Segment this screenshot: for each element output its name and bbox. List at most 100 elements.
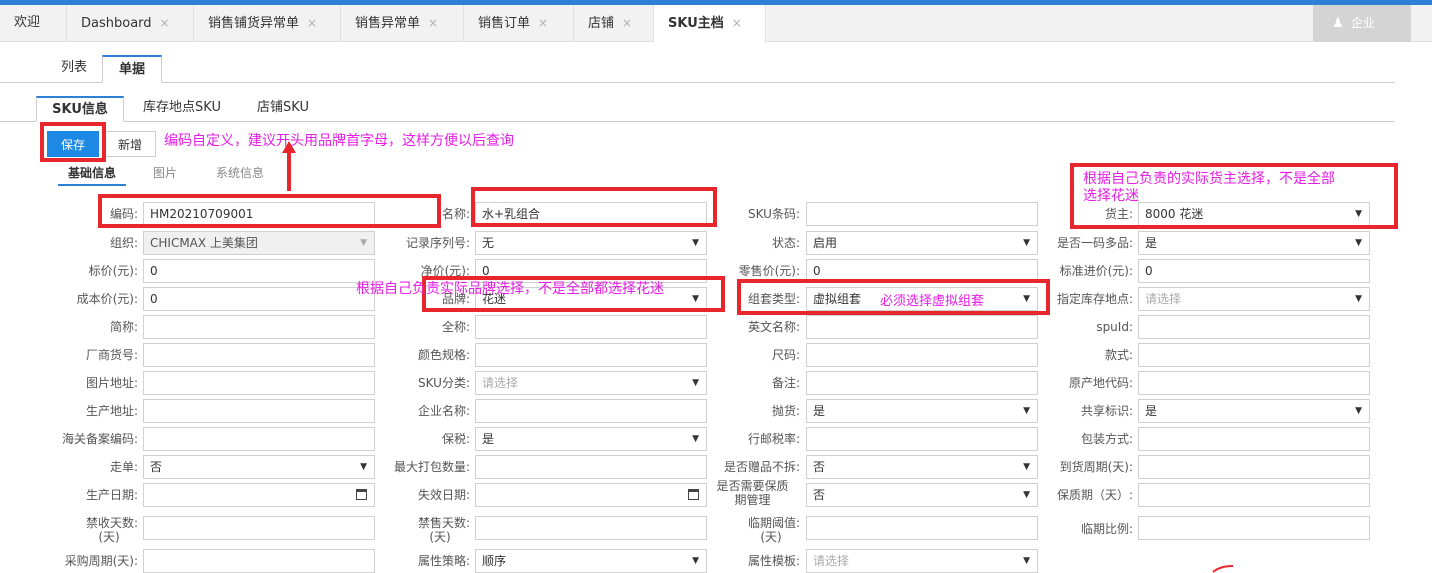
owner-annotation: 根据自己负责的实际货主选择，不是全部 选择花迷	[1083, 171, 1335, 205]
tab-label: 单据	[118, 62, 145, 77]
vendor-no-field[interactable]	[143, 343, 375, 367]
tab-images[interactable]: 图片	[140, 161, 190, 186]
user-icon: ♟	[1332, 16, 1344, 31]
no-sell-days-field[interactable]	[475, 516, 707, 540]
serial-no-value: 无	[482, 236, 495, 250]
close-icon[interactable]: ×	[307, 16, 317, 30]
image-url-label: 图片地址:	[85, 376, 138, 390]
close-icon[interactable]: ×	[160, 16, 170, 30]
postal-tax-label: 行邮税率:	[747, 432, 800, 446]
close-icon[interactable]: ×	[428, 16, 438, 30]
expiry-date-picker[interactable]	[475, 483, 707, 507]
customs-code-field[interactable]	[143, 427, 375, 451]
no-receive-days-field[interactable]	[143, 516, 375, 540]
short-name-field[interactable]	[143, 315, 375, 339]
cost-price-field[interactable]: 0	[143, 287, 375, 311]
gift-no-split-select[interactable]: 否 ▼	[806, 455, 1038, 479]
name-field[interactable]: 水+乳组合	[475, 202, 707, 226]
close-icon[interactable]: ×	[538, 16, 548, 30]
remark-field[interactable]	[806, 371, 1038, 395]
label-line: 是否需要保质	[716, 479, 789, 493]
origin-code-field[interactable]	[1138, 371, 1370, 395]
tab-stock-location-sku[interactable]: 库存地点SKU	[124, 96, 240, 122]
tab-sku-info[interactable]: SKU信息	[36, 96, 124, 122]
status-select[interactable]: 启用 ▼	[806, 231, 1038, 255]
tab-basic-info[interactable]: 基础信息	[58, 161, 126, 186]
tab-document[interactable]: 单据	[102, 55, 162, 83]
chevron-down-icon: ▼	[1355, 294, 1362, 304]
close-icon[interactable]: ×	[732, 16, 742, 30]
serial-no-label: 记录序列号:	[405, 236, 470, 250]
one-code-multi-select[interactable]: 是 ▼	[1138, 231, 1370, 255]
attr-template-placeholder: 请选择	[813, 554, 850, 568]
code-label: 编码:	[109, 207, 138, 221]
english-name-field[interactable]	[806, 315, 1038, 339]
packing-field[interactable]	[1138, 427, 1370, 451]
tab-store-sku[interactable]: 店铺SKU	[240, 96, 326, 122]
user-menu[interactable]: ♟ 企业	[1313, 5, 1411, 42]
image-url-field[interactable]	[143, 371, 375, 395]
tab-sku-master[interactable]: SKU主档 ×	[654, 5, 766, 43]
owner-select[interactable]: 8000 花迷 ▼	[1138, 202, 1370, 226]
name-value: 水+乳组合	[482, 207, 541, 221]
retail-price-field[interactable]: 0	[806, 259, 1038, 283]
label-line: 禁售天数:	[417, 516, 470, 530]
attr-strategy-value: 顺序	[482, 554, 507, 568]
purchase-cycle-field[interactable]	[143, 549, 375, 573]
std-cost-field[interactable]: 0	[1138, 259, 1370, 283]
stock-location-select[interactable]: 请选择 ▼	[1138, 287, 1370, 311]
spuid-field[interactable]	[1138, 315, 1370, 339]
near-expiry-threshold-field[interactable]	[806, 516, 1038, 540]
shelf-mgmt-select[interactable]: 否 ▼	[806, 483, 1038, 507]
tab-label: 店铺SKU	[257, 100, 309, 115]
near-expiry-ratio-field[interactable]	[1138, 516, 1370, 540]
sku-category-label: SKU分类:	[418, 376, 470, 390]
english-name-label: 英文名称:	[747, 320, 800, 334]
attr-strategy-select[interactable]: 顺序 ▼	[475, 549, 707, 573]
throw-goods-select[interactable]: 是 ▼	[806, 399, 1038, 423]
tab-label: 销售铺货异常单	[208, 16, 300, 31]
postal-tax-field[interactable]	[806, 427, 1038, 451]
walk-order-value: 否	[150, 460, 163, 474]
close-icon[interactable]: ×	[622, 16, 632, 30]
serial-no-select[interactable]: 无 ▼	[475, 231, 707, 255]
style-field[interactable]	[1138, 343, 1370, 367]
short-name-label: 简称:	[109, 320, 138, 334]
arrival-cycle-field[interactable]	[1138, 455, 1370, 479]
tab-sales-exception[interactable]: 销售异常单 ×	[341, 5, 464, 42]
color-spec-field[interactable]	[475, 343, 707, 367]
add-button[interactable]: 新增	[104, 131, 156, 157]
shared-flag-select[interactable]: 是 ▼	[1138, 399, 1370, 423]
tab-sales-distribution-exception[interactable]: 销售铺货异常单 ×	[194, 5, 341, 42]
full-name-field[interactable]	[475, 315, 707, 339]
tab-label: 系统信息	[215, 166, 264, 180]
walk-order-select[interactable]: 否 ▼	[143, 455, 375, 479]
tab-sales-order[interactable]: 销售订单 ×	[464, 5, 574, 42]
tab-welcome[interactable]: 欢迎	[0, 5, 67, 42]
throw-goods-label: 抛货:	[771, 404, 800, 418]
bonded-select[interactable]: 是 ▼	[475, 427, 707, 451]
size-field[interactable]	[806, 343, 1038, 367]
code-field[interactable]: HM20210709001	[143, 202, 375, 226]
tab-list[interactable]: 列表	[46, 55, 102, 83]
calendar-icon[interactable]	[688, 489, 699, 500]
attr-template-select[interactable]: 请选择 ▼	[806, 549, 1038, 573]
label-line: (天)	[429, 530, 451, 544]
company-field[interactable]	[475, 399, 707, 423]
tab-store[interactable]: 店铺 ×	[574, 5, 654, 42]
arrival-cycle-label: 到货周期(天):	[1059, 460, 1133, 474]
no-receive-days-label: 禁收天数: (天)	[20, 516, 138, 544]
sku-barcode-field[interactable]	[806, 202, 1038, 226]
name-label: 名称:	[441, 207, 470, 221]
calendar-icon[interactable]	[356, 489, 367, 500]
list-price-field[interactable]: 0	[143, 259, 375, 283]
tab-system-info[interactable]: 系统信息	[198, 161, 282, 186]
max-pack-qty-field[interactable]	[475, 455, 707, 479]
save-button[interactable]: 保存	[47, 131, 99, 157]
tab-dashboard[interactable]: Dashboard ×	[67, 5, 194, 42]
shelf-life-field[interactable]	[1138, 483, 1370, 507]
prod-date-picker[interactable]	[143, 483, 375, 507]
prod-address-field[interactable]	[143, 399, 375, 423]
sku-category-select[interactable]: 请选择 ▼	[475, 371, 707, 395]
customs-code-label: 海关备案编码:	[61, 432, 138, 446]
